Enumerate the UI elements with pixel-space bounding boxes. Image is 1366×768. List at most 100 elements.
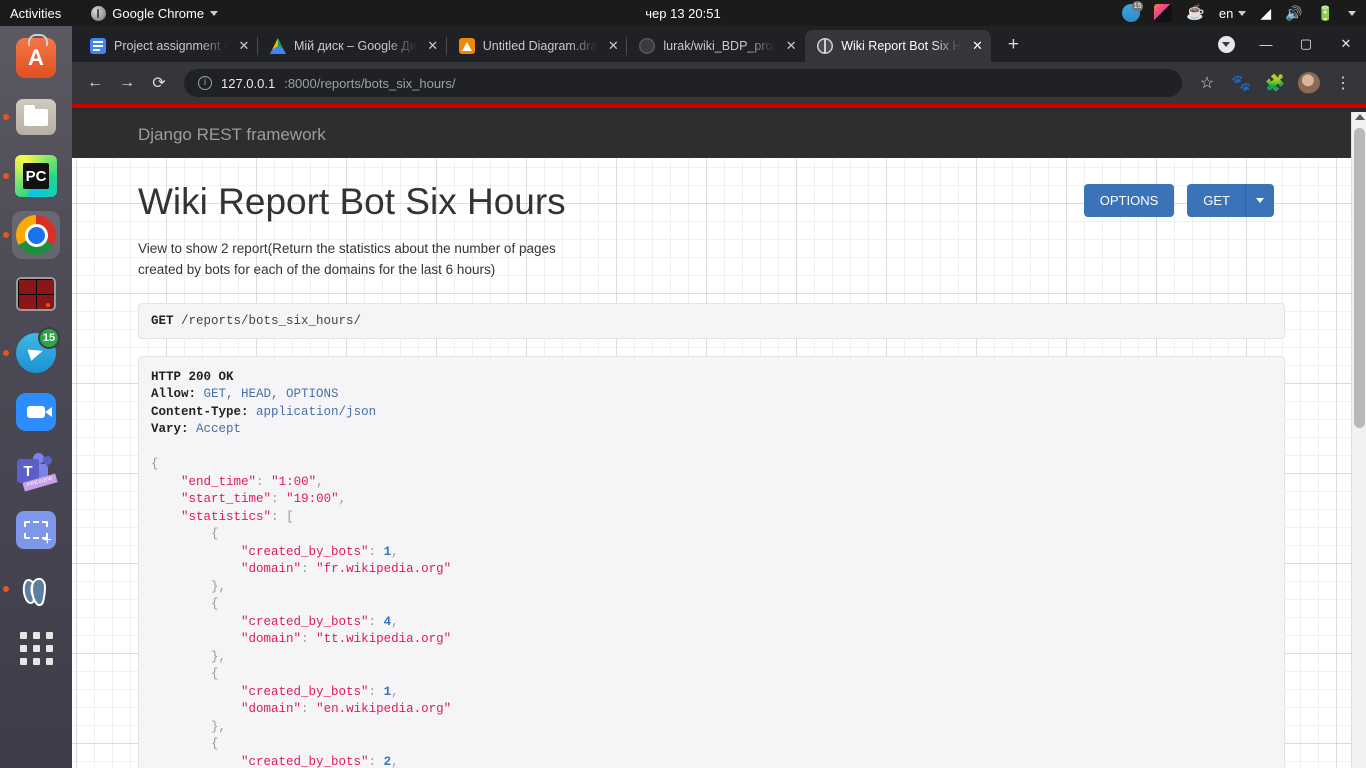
get-button-group: GET xyxy=(1187,184,1274,217)
dock-item-telegram[interactable]: 15 xyxy=(3,327,60,377)
tab-title: lurak/wiki_BDP_proj xyxy=(663,39,776,53)
ubuntu-dock: A PC 15 T PREVIEW + xyxy=(0,26,72,768)
browser-toolbar: ← → ⟳ i 127.0.0.1 :8000/reports/bots_six_… xyxy=(72,62,1366,104)
language-indicator[interactable]: en xyxy=(1219,6,1247,21)
chrome-window: Project assignment - ✕ Мій диск – Google… xyxy=(72,26,1366,768)
battery-icon[interactable]: 🔋 xyxy=(1317,5,1334,22)
ubuntu-software-icon: A xyxy=(16,34,56,78)
tab-github-repo[interactable]: lurak/wiki_BDP_proj ✕ xyxy=(627,30,805,62)
get-dropdown-button[interactable] xyxy=(1246,184,1274,217)
pycharm-icon: PC xyxy=(15,155,57,197)
chevron-down-icon xyxy=(1238,10,1247,16)
tab-wiki-report-bot-six-hours[interactable]: Wiki Report Bot Six H ✕ xyxy=(805,30,992,62)
tab-close-icon[interactable]: ✕ xyxy=(605,38,621,54)
tab-title: Untitled Diagram.dra xyxy=(482,39,598,53)
site-navbar: Django REST framework xyxy=(72,112,1351,158)
tab-close-icon[interactable]: ✕ xyxy=(783,38,799,54)
chrome-appmenu-icon xyxy=(91,5,107,21)
forward-button[interactable]: → xyxy=(112,68,142,98)
minimize-button[interactable]: — xyxy=(1246,26,1286,62)
header-name: Allow: xyxy=(151,387,197,402)
header-name: Vary: xyxy=(151,422,189,437)
wifi-icon[interactable]: ◢ xyxy=(1260,5,1271,22)
dock-item-terminal[interactable] xyxy=(12,270,60,318)
tab-close-icon[interactable]: ✕ xyxy=(236,38,252,54)
tab-title: Wiki Report Bot Six H xyxy=(841,39,962,53)
profile-chip-button[interactable] xyxy=(1206,26,1246,62)
new-tab-button[interactable]: + xyxy=(999,32,1027,60)
telegram-tray-icon[interactable] xyxy=(1122,1,1144,22)
page-loading-bar xyxy=(72,104,1366,108)
scroll-up-arrow-icon[interactable] xyxy=(1355,114,1365,120)
app-menu-chrome[interactable]: Google Chrome xyxy=(91,5,219,21)
dock-item-zoom[interactable] xyxy=(12,388,60,436)
info-circle-icon[interactable]: i xyxy=(198,76,212,90)
maximize-button[interactable]: ▢ xyxy=(1286,26,1326,62)
dock-item-microsoft-teams[interactable]: T PREVIEW xyxy=(12,447,60,495)
back-button[interactable]: ← xyxy=(80,68,110,98)
dock-item-google-chrome[interactable] xyxy=(3,211,60,259)
tab-strip: Project assignment - ✕ Мій диск – Google… xyxy=(72,26,1366,62)
tab-title: Мій диск – Google Ди xyxy=(293,39,417,53)
tab-google-drive[interactable]: Мій диск – Google Ди ✕ xyxy=(258,30,447,62)
running-indicator xyxy=(3,350,9,356)
url-host: 127.0.0.1 xyxy=(221,75,276,91)
apps-grid-icon xyxy=(19,631,53,665)
request-method: GET xyxy=(151,313,174,328)
chevron-down-icon xyxy=(210,10,219,16)
dock-item-show-applications[interactable] xyxy=(12,624,60,672)
telegram-unread-badge: 15 xyxy=(38,327,60,349)
dock-item-ubuntu-software[interactable]: A xyxy=(12,34,60,82)
page-description: View to show 2 report(Return the statist… xyxy=(138,240,556,277)
url-path: :8000/reports/bots_six_hours/ xyxy=(284,75,456,91)
dock-item-files[interactable] xyxy=(3,93,60,141)
response-json: { "end_time": "1:00", "start_time": "19:… xyxy=(151,457,452,768)
extensions-puzzle-icon[interactable]: 🧩 xyxy=(1260,68,1290,98)
globe-icon xyxy=(817,38,834,54)
page-scrollbar[interactable] xyxy=(1351,112,1366,768)
action-buttons: OPTIONS GET xyxy=(1083,184,1274,217)
response-body: HTTP 200 OK Allow: GET, HEAD, OPTIONS Co… xyxy=(138,355,1285,768)
postgres-elephant-icon xyxy=(16,569,56,609)
caffeine-icon[interactable]: ☕ xyxy=(1186,4,1205,22)
toolbar-right-actions: ☆ 🐾 🧩 ⋮ xyxy=(1192,68,1358,98)
running-indicator xyxy=(3,232,9,238)
scrollbar-thumb[interactable] xyxy=(1354,128,1365,428)
get-button[interactable]: GET xyxy=(1187,184,1246,217)
telegram-icon: 15 xyxy=(16,327,60,373)
chrome-icon xyxy=(16,215,56,255)
navbar-brand[interactable]: Django REST framework xyxy=(138,125,326,145)
tab-close-icon[interactable]: ✕ xyxy=(425,38,441,54)
tab-close-icon[interactable]: ✕ xyxy=(969,38,985,54)
app-tray-icon[interactable] xyxy=(1154,4,1173,22)
tab-untitled-diagram[interactable]: Untitled Diagram.dra ✕ xyxy=(447,30,628,62)
activities-button[interactable]: Activities xyxy=(0,6,73,21)
profile-chip-icon xyxy=(1217,35,1235,53)
options-button[interactable]: OPTIONS xyxy=(1083,184,1175,217)
header-name: Content-Type: xyxy=(151,404,249,419)
screen: Activities Google Chrome чер 13 20:51 ☕ … xyxy=(0,0,1366,768)
reload-button[interactable]: ⟳ xyxy=(144,68,174,98)
profile-avatar[interactable] xyxy=(1294,68,1324,98)
dock-item-screenshot[interactable] xyxy=(12,506,60,554)
close-window-button[interactable]: ✕ xyxy=(1326,26,1366,62)
volume-icon[interactable]: 🔊 xyxy=(1285,5,1302,22)
chrome-menu-icon[interactable]: ⋮ xyxy=(1328,68,1358,98)
dock-item-postgresql[interactable] xyxy=(3,565,60,613)
bookmark-star-icon[interactable]: ☆ xyxy=(1192,68,1222,98)
response-status: HTTP 200 OK xyxy=(151,369,234,384)
dock-item-pycharm[interactable]: PC xyxy=(3,152,60,200)
address-bar[interactable]: i 127.0.0.1 :8000/reports/bots_six_hours/ xyxy=(184,69,1182,97)
running-indicator xyxy=(3,586,9,592)
github-icon xyxy=(639,38,656,54)
running-indicator xyxy=(3,173,9,179)
tab-project-assignment[interactable]: Project assignment - ✕ xyxy=(78,30,258,62)
teams-icon: T PREVIEW xyxy=(15,451,58,492)
system-menu-caret-icon[interactable] xyxy=(1348,10,1356,16)
header-value: application/json xyxy=(256,404,377,419)
request-path: /reports/bots_six_hours/ xyxy=(181,313,362,328)
gnome-extension-icon[interactable]: 🐾 xyxy=(1226,68,1256,98)
page-header-section: Wiki Report Bot Six Hours View to show 2… xyxy=(72,158,1351,281)
gnome-top-bar: Activities Google Chrome чер 13 20:51 ☕ … xyxy=(0,0,1366,26)
request-line: GET /reports/bots_six_hours/ xyxy=(138,302,1285,339)
